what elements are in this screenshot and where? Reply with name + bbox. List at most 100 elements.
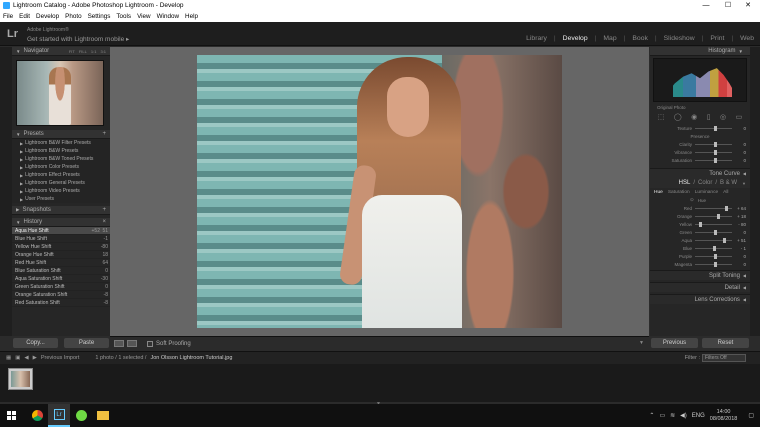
hue-slider-yellow[interactable]: Yellow - 80 bbox=[650, 220, 750, 228]
menu-tools[interactable]: Tools bbox=[116, 13, 131, 20]
subtab-luminance[interactable]: Luminance bbox=[695, 190, 718, 195]
history-item[interactable]: Red Hue Shift 64 bbox=[12, 259, 110, 267]
history-item[interactable]: Green Saturation Shift 0 bbox=[12, 283, 110, 291]
preset-folder[interactable]: ▶ Lightroom Video Presets bbox=[12, 187, 110, 195]
radial-filter-icon[interactable]: ◎ bbox=[720, 113, 726, 121]
history-item[interactable]: Blue Saturation Shift 0 bbox=[12, 267, 110, 275]
filter-dropdown[interactable]: Filters Off bbox=[702, 354, 746, 362]
hue-slider-aqua[interactable]: Aqua + 51 bbox=[650, 236, 750, 244]
lightroom-mobile-link[interactable]: Get started with Lightroom mobile ▸ bbox=[27, 35, 129, 43]
hue-slider-magenta[interactable]: Magenta 0 bbox=[650, 260, 750, 268]
slider-knob[interactable] bbox=[716, 213, 720, 219]
left-panel-edge[interactable] bbox=[0, 47, 12, 336]
loupe-view-icon[interactable] bbox=[114, 340, 124, 347]
history-item[interactable]: Red Saturation Shift -8 bbox=[12, 299, 110, 307]
presets-header[interactable]: ▼ Presets + bbox=[12, 130, 110, 139]
toolbar-menu-icon[interactable]: ▼ bbox=[639, 340, 644, 346]
snapshots-header[interactable]: ▶ Snapshots + bbox=[12, 206, 110, 215]
photo-preview[interactable] bbox=[197, 55, 562, 328]
module-slideshow[interactable]: Slideshow bbox=[664, 35, 695, 42]
previous-button[interactable]: Previous bbox=[651, 338, 698, 348]
navigator-header[interactable]: ▼ Navigator FIT FILL 1:1 3:1 bbox=[12, 47, 110, 56]
vibrance-slider[interactable]: Vibrance 0 bbox=[650, 148, 750, 156]
hue-slider-green[interactable]: Green 0 bbox=[650, 228, 750, 236]
subtab-saturation[interactable]: Saturation bbox=[668, 190, 690, 195]
histogram-header[interactable]: Histogram ▼ bbox=[650, 47, 750, 56]
copy-settings-button[interactable]: Copy... bbox=[13, 338, 58, 348]
preset-folder[interactable]: ▶ Lightroom Color Presets bbox=[12, 163, 110, 171]
slider-knob[interactable] bbox=[722, 237, 726, 243]
menu-view[interactable]: View bbox=[137, 13, 151, 20]
filmstrip-thumbnail[interactable] bbox=[8, 368, 33, 390]
red-eye-icon[interactable]: ◉ bbox=[691, 113, 697, 121]
preset-folder[interactable]: ▶ Lightroom Effect Presets bbox=[12, 171, 110, 179]
lightroom-taskbar-icon[interactable]: Lr bbox=[48, 404, 70, 427]
history-item[interactable]: Yellow Hue Shift -80 bbox=[12, 243, 110, 251]
zoom-1-1[interactable]: 1:1 bbox=[91, 49, 97, 54]
slider-knob[interactable] bbox=[713, 245, 717, 251]
module-web[interactable]: Web bbox=[740, 35, 754, 42]
menu-help[interactable]: Help bbox=[185, 13, 198, 20]
adjustment-brush-icon[interactable]: ▭ bbox=[736, 113, 743, 121]
slider-knob[interactable] bbox=[698, 221, 702, 227]
tab-bw[interactable]: B & W bbox=[720, 180, 737, 186]
menu-photo[interactable]: Photo bbox=[65, 13, 81, 20]
slider-knob[interactable] bbox=[725, 205, 729, 211]
menu-edit[interactable]: Edit bbox=[19, 13, 30, 20]
soft-proofing-checkbox[interactable] bbox=[147, 340, 153, 347]
module-print[interactable]: Print bbox=[710, 35, 724, 42]
preset-folder[interactable]: ▶ User Presets bbox=[12, 195, 110, 203]
hue-slider-blue[interactable]: Blue - 1 bbox=[650, 244, 750, 252]
graduated-filter-icon[interactable]: ▯ bbox=[707, 113, 711, 121]
menu-window[interactable]: Window bbox=[157, 13, 179, 20]
clear-history-icon[interactable]: × bbox=[102, 219, 106, 225]
language-indicator[interactable]: ENG bbox=[692, 413, 705, 419]
upwork-icon[interactable] bbox=[70, 404, 92, 427]
volume-icon[interactable]: ◀) bbox=[680, 412, 687, 419]
lens-corrections-header[interactable]: Lens Corrections ◀ bbox=[650, 294, 750, 304]
slider-knob[interactable] bbox=[713, 261, 717, 267]
history-item[interactable]: Blue Hue Shift -1 bbox=[12, 235, 110, 243]
filmstrip-source[interactable]: Previous Import bbox=[41, 355, 80, 361]
right-panel-edge[interactable] bbox=[750, 47, 760, 336]
history-item[interactable]: Orange Hue Shift 18 bbox=[12, 251, 110, 259]
add-preset-icon[interactable]: + bbox=[102, 131, 106, 137]
menu-develop[interactable]: Develop bbox=[36, 13, 59, 20]
history-header[interactable]: ▼ History × bbox=[12, 218, 110, 227]
preset-folder[interactable]: ▶ Lightroom B&W Toned Presets bbox=[12, 155, 110, 163]
maximize-button[interactable]: ☐ bbox=[718, 0, 738, 11]
tone-curve-header[interactable]: Tone Curve ◀ bbox=[650, 168, 750, 178]
action-center-icon[interactable]: ▢ bbox=[748, 412, 754, 419]
slider-knob[interactable] bbox=[713, 229, 717, 235]
chrome-icon[interactable] bbox=[26, 404, 48, 427]
spot-removal-icon[interactable]: ◯ bbox=[674, 113, 682, 121]
module-develop[interactable]: Develop bbox=[563, 35, 588, 42]
file-explorer-icon[interactable] bbox=[92, 404, 114, 427]
battery-icon[interactable]: ▭ bbox=[659, 412, 665, 419]
histogram[interactable]: Original Photo bbox=[653, 58, 747, 110]
reset-button[interactable]: Reset bbox=[702, 338, 749, 348]
add-snapshot-icon[interactable]: + bbox=[102, 207, 106, 213]
split-toning-header[interactable]: Split Toning ◀ bbox=[650, 270, 750, 280]
image-canvas[interactable] bbox=[110, 47, 649, 336]
history-item[interactable]: Orange Saturation Shift -8 bbox=[12, 291, 110, 299]
tab-color[interactable]: Color bbox=[698, 180, 712, 186]
menu-settings[interactable]: Settings bbox=[88, 13, 111, 20]
show-hidden-icons-icon[interactable]: ⌃ bbox=[649, 412, 654, 419]
minimize-button[interactable]: — bbox=[696, 0, 716, 11]
subtab-hue[interactable]: Hue bbox=[654, 190, 663, 195]
preset-folder[interactable]: ▶ Lightroom General Presets bbox=[12, 179, 110, 187]
menu-file[interactable]: File bbox=[3, 13, 13, 20]
hue-slider-orange[interactable]: Orange + 18 bbox=[650, 212, 750, 220]
tab-hsl[interactable]: HSL bbox=[679, 180, 691, 186]
preset-folder[interactable]: ▶ Lightroom B&W Presets bbox=[12, 147, 110, 155]
zoom-3-1[interactable]: 3:1 bbox=[100, 49, 106, 54]
module-book[interactable]: Book bbox=[632, 35, 648, 42]
close-button[interactable]: ✕ bbox=[738, 0, 758, 11]
module-map[interactable]: Map bbox=[603, 35, 616, 42]
network-icon[interactable]: ≋ bbox=[670, 412, 675, 419]
before-after-icon[interactable] bbox=[127, 340, 137, 347]
subtab-all[interactable]: All bbox=[723, 190, 728, 195]
back-arrow-icon[interactable]: ◀ bbox=[24, 355, 28, 361]
navigator-preview[interactable] bbox=[16, 60, 104, 126]
